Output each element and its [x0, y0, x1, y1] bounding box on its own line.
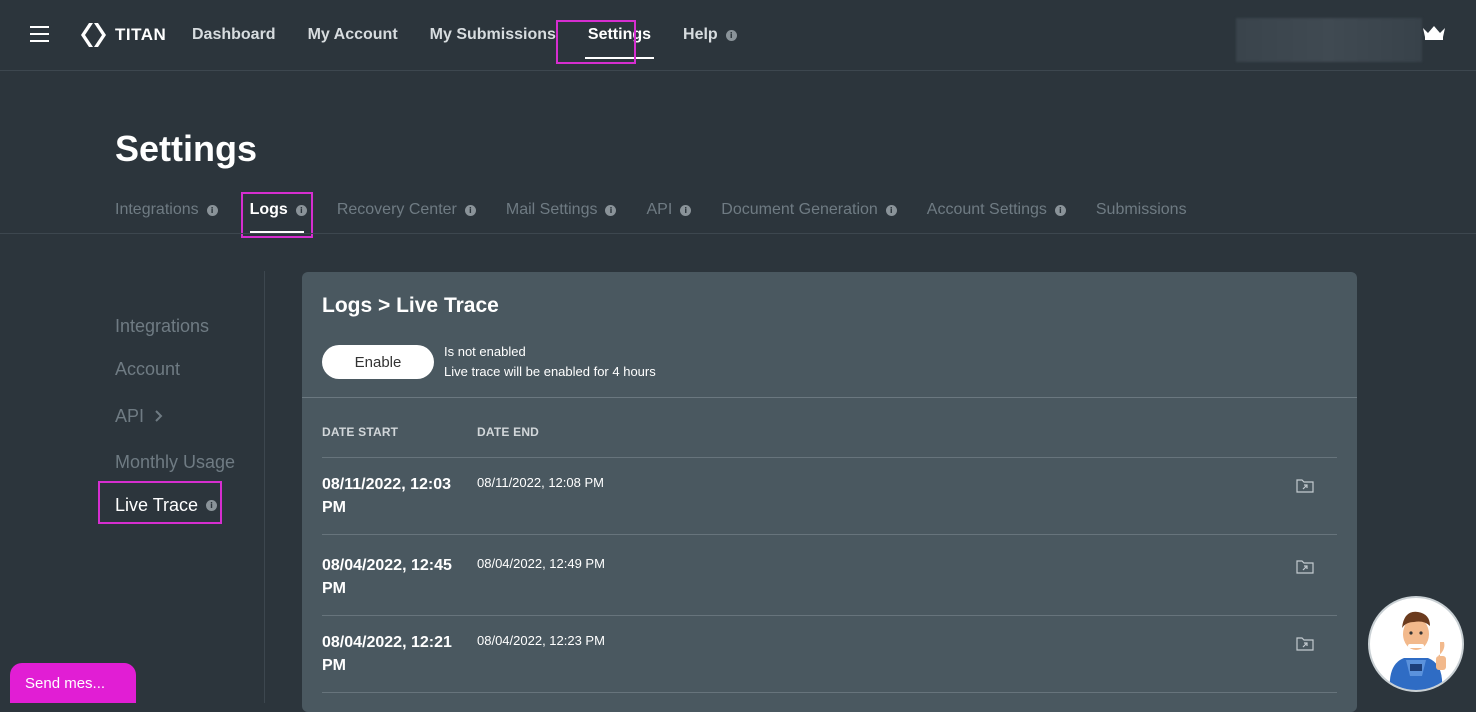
row-date-end: 08/11/2022, 12:08 PM	[477, 475, 604, 490]
card-divider	[302, 397, 1357, 398]
nav-my-account[interactable]: My Account	[292, 0, 414, 70]
side-divider	[264, 271, 265, 703]
status-description: Live trace will be enabled for 4 hours	[444, 364, 656, 379]
main-nav: Dashboard My Account My Submissions Sett…	[176, 0, 753, 70]
tab-mail-settings[interactable]: Mail Settings i	[506, 190, 617, 219]
tab-label: API	[646, 201, 673, 218]
hamburger-menu-icon[interactable]	[30, 26, 49, 43]
row-divider	[322, 457, 1337, 458]
enable-button[interactable]: Enable	[322, 345, 434, 379]
info-icon[interactable]: i	[680, 204, 692, 216]
tab-integrations[interactable]: Integrations i	[115, 190, 218, 219]
top-bar: TITAN Dashboard My Account My Submission…	[0, 0, 1476, 71]
highlight-box-settings	[556, 20, 636, 64]
column-header-date-start: DATE START	[322, 425, 399, 439]
sidebar-item-api[interactable]: API	[115, 391, 235, 441]
info-icon[interactable]: i	[605, 204, 617, 216]
tab-label: Recovery Center	[336, 201, 457, 218]
page-title: Settings	[115, 128, 258, 169]
chevron-right-icon	[155, 410, 163, 422]
send-message-button[interactable]: Send mes...	[10, 663, 136, 703]
row-date-start: 08/04/2022, 12:21 PM	[322, 634, 452, 674]
row-divider	[322, 692, 1337, 693]
nav-my-submissions[interactable]: My Submissions	[414, 0, 572, 70]
superhero-mascot-icon	[1389, 611, 1446, 690]
tab-submissions[interactable]: Submissions	[1096, 190, 1187, 219]
tab-label: Mail Settings	[505, 201, 598, 218]
crown-icon[interactable]	[1422, 24, 1446, 40]
row-divider	[322, 534, 1337, 535]
tab-document-generation[interactable]: Document Generation i	[721, 190, 897, 219]
row-date-end: 08/04/2022, 12:49 PM	[477, 556, 605, 571]
info-icon[interactable]: i	[725, 29, 737, 41]
row-date-end: 08/04/2022, 12:23 PM	[477, 633, 605, 648]
info-icon[interactable]: i	[885, 204, 897, 216]
tab-api[interactable]: API i	[646, 190, 692, 219]
sidebar-item-label: Integrations	[115, 316, 210, 336]
sidebar-item-label: Monthly Usage	[115, 452, 236, 472]
tab-label: Submissions	[1095, 201, 1187, 218]
live-trace-card: Logs > Live Trace Enable Is not enabled …	[302, 272, 1357, 712]
info-icon[interactable]: i	[1054, 204, 1066, 216]
info-icon[interactable]: i	[464, 204, 476, 216]
column-header-date-end: DATE END	[477, 425, 540, 439]
row-date-start: 08/04/2022, 12:45 PM	[322, 557, 452, 597]
card-title: Logs > Live Trace	[322, 294, 499, 317]
titan-logo[interactable]: TITAN	[80, 22, 166, 48]
sidebar-item-label: API	[115, 405, 145, 426]
tabs-divider	[0, 233, 1476, 234]
open-folder-icon[interactable]	[1296, 559, 1314, 574]
highlight-box-logs	[241, 192, 313, 238]
tab-label: Integrations	[115, 201, 199, 218]
open-folder-icon[interactable]	[1296, 636, 1314, 651]
tab-label: Account Settings	[926, 201, 1047, 218]
titan-logo-icon	[81, 23, 106, 47]
nav-label: Dashboard	[192, 26, 276, 43]
sidebar-item-monthly-usage[interactable]: Monthly Usage	[115, 441, 235, 484]
nav-help[interactable]: Help i	[667, 0, 753, 70]
info-icon[interactable]: i	[206, 204, 218, 216]
status-text: Is not enabled	[444, 344, 526, 359]
tab-label: Document Generation	[721, 201, 878, 218]
nav-label: My Submissions	[429, 26, 556, 43]
sidebar-item-integrations[interactable]: Integrations	[115, 305, 235, 348]
nav-label: Help	[683, 26, 718, 43]
tab-account-settings[interactable]: Account Settings i	[927, 190, 1066, 219]
brand-name: TITAN	[115, 25, 167, 44]
row-divider	[322, 615, 1337, 616]
tab-recovery-center[interactable]: Recovery Center i	[337, 190, 476, 219]
sidebar-item-label: Account	[115, 359, 181, 379]
nav-dashboard[interactable]: Dashboard	[176, 0, 292, 70]
open-folder-icon[interactable]	[1296, 478, 1314, 493]
highlight-box-live-trace	[98, 481, 222, 524]
user-profile-blurred[interactable]	[1236, 18, 1422, 62]
row-date-start: 08/11/2022, 12:03 PM	[322, 476, 452, 516]
sidebar-item-account[interactable]: Account	[115, 348, 235, 391]
nav-label: My Account	[307, 26, 398, 43]
assistant-mascot-avatar[interactable]	[1368, 596, 1464, 692]
